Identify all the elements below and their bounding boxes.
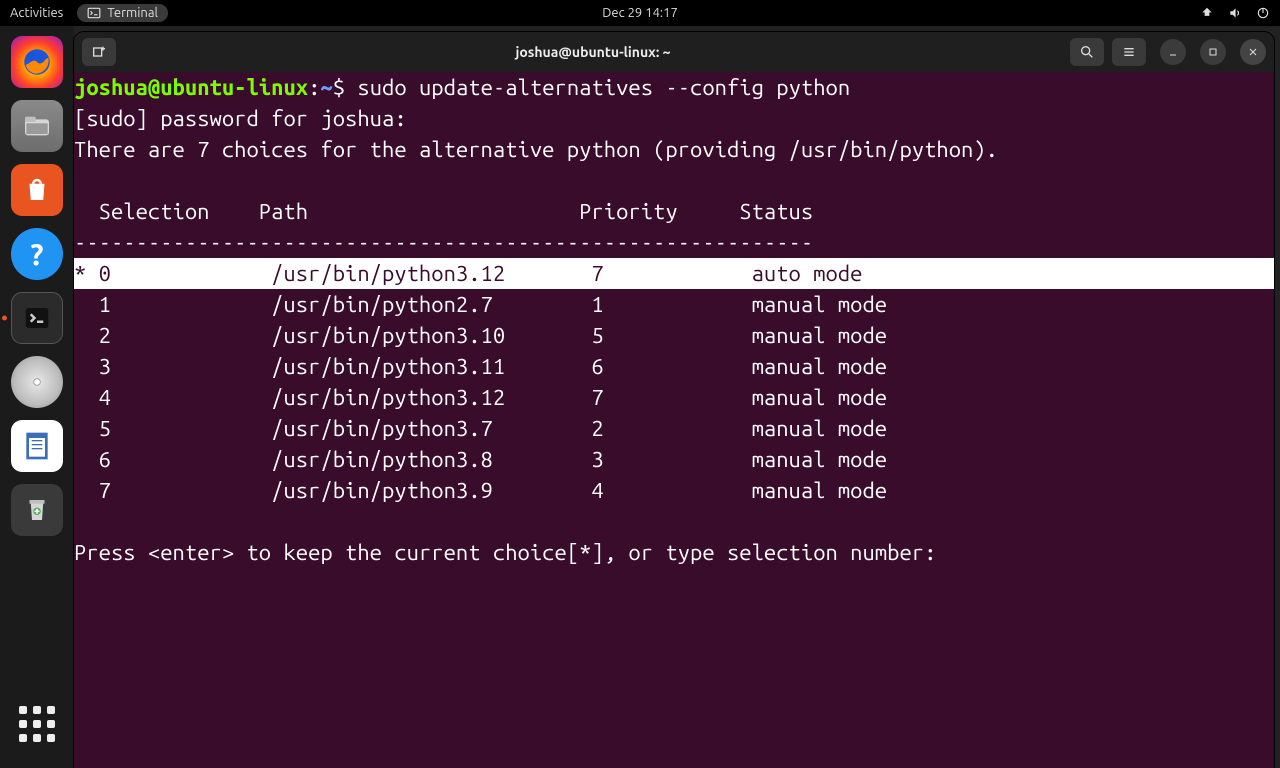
dock-help[interactable]: ?	[11, 228, 63, 280]
minimize-icon	[1167, 46, 1179, 58]
window-title: joshua@ubuntu-linux: ~	[124, 44, 1062, 60]
dock-files[interactable]	[11, 100, 63, 152]
gnome-topbar: Activities Terminal Dec 29 14:17	[0, 0, 1280, 26]
table-row: 2/usr/bin/python3.105manual mode	[74, 320, 1274, 351]
prompt-path: ~	[320, 75, 332, 100]
terminal-icon	[87, 6, 101, 20]
terminal-icon	[22, 303, 52, 333]
table-row: * 0/usr/bin/python3.127auto mode	[74, 258, 1274, 289]
volume-icon[interactable]	[1228, 6, 1242, 20]
footer-prompt: Press <enter> to keep the current choice…	[74, 537, 1274, 568]
table-header: Selection PathPriorityStatus	[74, 196, 1274, 227]
divider: ----------------------------------------…	[74, 227, 1274, 258]
power-icon[interactable]	[1256, 6, 1270, 20]
firefox-icon	[20, 45, 54, 79]
workspace: joshua@ubuntu-linux: ~ joshua@ubuntu-lin…	[74, 26, 1280, 768]
dock-text-editor[interactable]	[11, 420, 63, 472]
table-row: 6/usr/bin/python3.83manual mode	[74, 444, 1274, 475]
terminal-window: joshua@ubuntu-linux: ~ joshua@ubuntu-lin…	[74, 32, 1274, 768]
shopping-bag-icon	[22, 175, 52, 205]
close-button[interactable]	[1240, 39, 1266, 65]
prompt-dollar: $	[333, 75, 358, 100]
files-icon	[21, 110, 53, 142]
prompt-user: joshua@ubuntu-linux	[74, 75, 308, 100]
show-applications-button[interactable]	[11, 698, 63, 750]
dock-firefox[interactable]	[11, 36, 63, 88]
minimize-button[interactable]	[1160, 39, 1186, 65]
table-row: 1/usr/bin/python2.71manual mode	[74, 289, 1274, 320]
menu-button[interactable]	[1112, 38, 1146, 66]
activities-button[interactable]: Activities	[10, 6, 63, 20]
dock-software[interactable]	[11, 164, 63, 216]
new-tab-button[interactable]	[82, 38, 116, 66]
table-row: 5/usr/bin/python3.72manual mode	[74, 413, 1274, 444]
dock-trash[interactable]	[11, 484, 63, 536]
table-row: 3/usr/bin/python3.116manual mode	[74, 351, 1274, 382]
dock-disks[interactable]	[11, 356, 63, 408]
table-row: 7/usr/bin/python3.94manual mode	[74, 475, 1274, 506]
search-button[interactable]	[1070, 38, 1104, 66]
intro-line: There are 7 choices for the alternative …	[74, 134, 1274, 165]
trash-icon	[22, 495, 52, 525]
maximize-button[interactable]	[1200, 39, 1226, 65]
help-icon: ?	[30, 237, 43, 271]
new-tab-icon	[91, 44, 107, 60]
clock[interactable]: Dec 29 14:17	[602, 6, 678, 20]
notepad-icon	[21, 430, 53, 462]
maximize-icon	[1207, 46, 1219, 58]
active-app-label: Terminal	[107, 6, 158, 20]
terminal-viewport[interactable]: joshua@ubuntu-linux:~$ sudo update-alter…	[74, 72, 1274, 768]
titlebar[interactable]: joshua@ubuntu-linux: ~	[74, 32, 1274, 72]
close-icon	[1247, 46, 1259, 58]
active-app-indicator[interactable]: Terminal	[77, 4, 168, 22]
hamburger-icon	[1121, 44, 1137, 60]
table-row: 4/usr/bin/python3.127manual mode	[74, 382, 1274, 413]
prompt-sep: :	[308, 75, 320, 100]
dock-terminal[interactable]	[11, 292, 63, 344]
network-icon[interactable]	[1200, 6, 1214, 20]
search-icon	[1079, 44, 1095, 60]
dock: ?	[0, 26, 74, 768]
disc-icon	[27, 372, 47, 392]
sudo-prompt: [sudo] password for joshua:	[74, 103, 1274, 134]
command-text: sudo update-alternatives --config python	[357, 75, 850, 100]
